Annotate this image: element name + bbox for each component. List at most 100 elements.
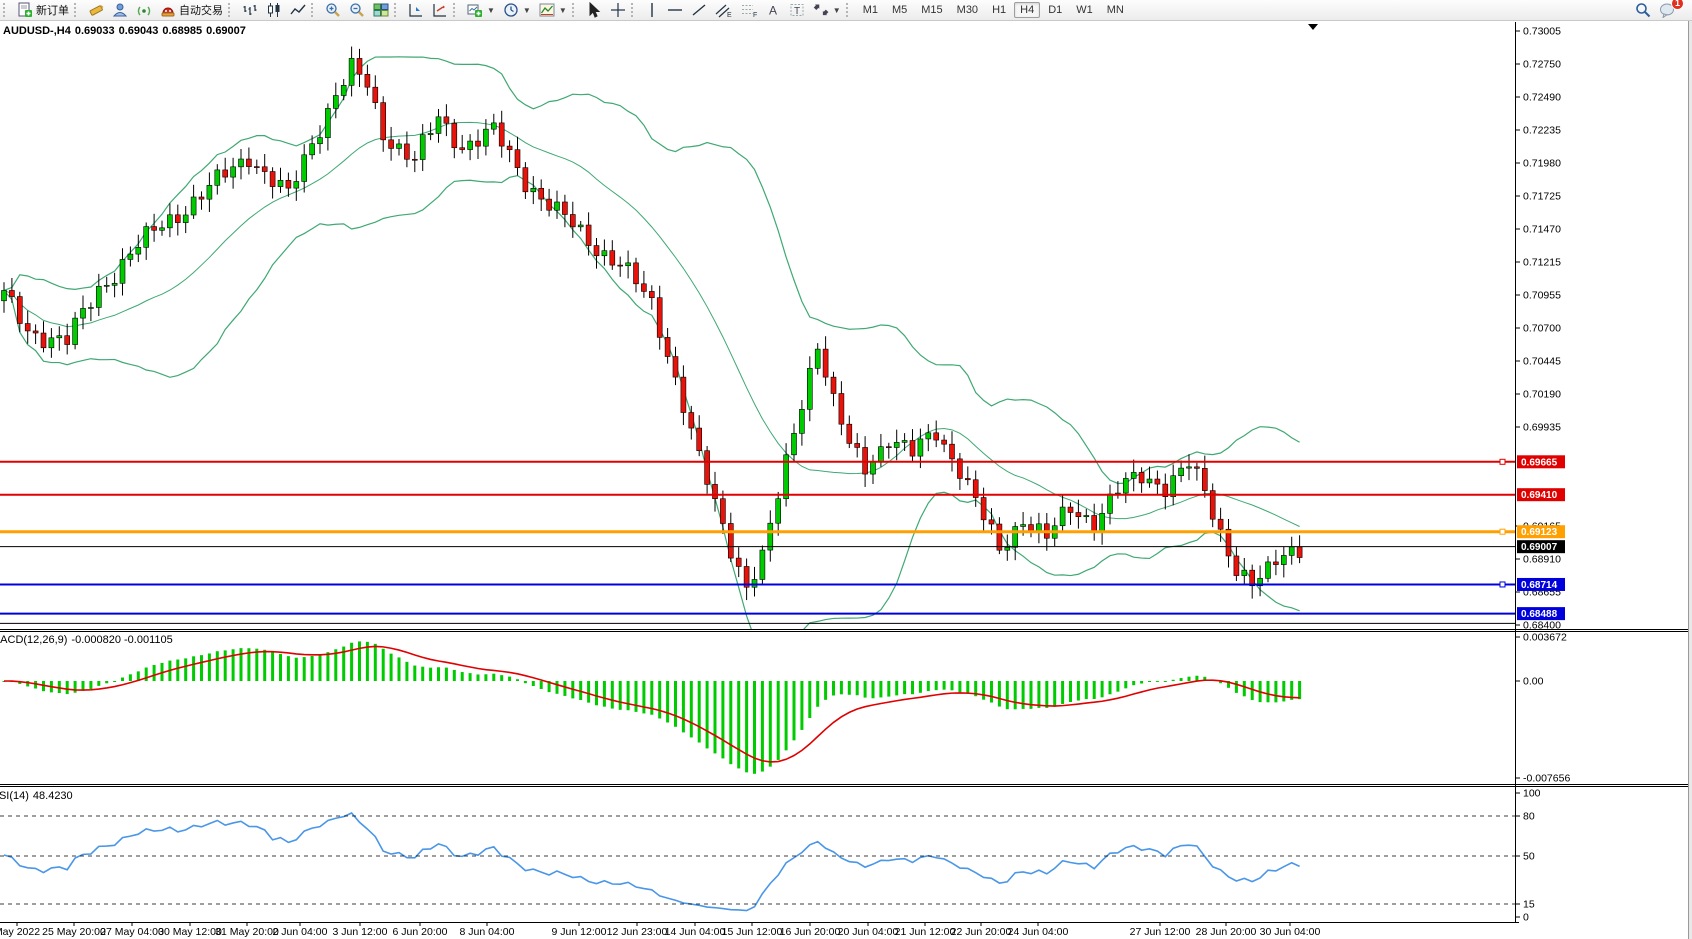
toolbar-grip[interactable] (3, 3, 10, 17)
svg-text:0.70955: 0.70955 (1523, 290, 1561, 302)
tab-timeframe-h4[interactable]: H4 (1014, 2, 1040, 18)
chart-symbol: AUDUSD-,H4 (3, 25, 71, 37)
search-button[interactable] (1631, 0, 1655, 20)
new-order-label: 新订单 (36, 2, 69, 18)
svg-text:0.69007: 0.69007 (1521, 542, 1558, 553)
periods-dropdown[interactable]: ▼ (499, 0, 535, 20)
crosshair-icon (610, 2, 626, 18)
svg-text:27 Jun 12:00: 27 Jun 12:00 (1130, 926, 1191, 938)
horizontal-line-button[interactable] (663, 0, 687, 20)
svg-text:0.72235: 0.72235 (1523, 125, 1561, 137)
vertical-line-button[interactable] (641, 0, 663, 20)
zoom-out-button[interactable] (345, 0, 369, 20)
arrows-dropdown[interactable]: ▼ (809, 0, 845, 20)
bar-chart-icon (242, 2, 258, 18)
styler-button[interactable] (84, 0, 108, 20)
window-edge (1688, 0, 1692, 939)
new-chart-dropdown[interactable]: ▼ (463, 0, 499, 20)
svg-text:0.72490: 0.72490 (1523, 92, 1561, 104)
toolbar-grip[interactable] (846, 3, 853, 17)
cursor-button[interactable] (582, 0, 606, 20)
notifications-button[interactable]: 1 (1655, 0, 1680, 20)
toolbar-grip[interactable] (74, 3, 81, 17)
rsi-value: 48.4230 (33, 790, 73, 802)
ohlc-close: 0.69007 (206, 25, 246, 37)
fibonacci-button[interactable]: F (737, 0, 763, 20)
svg-text:6 Jun 20:00: 6 Jun 20:00 (393, 926, 448, 938)
horizontal-line-icon (667, 2, 683, 18)
trendline-button[interactable] (687, 0, 711, 20)
zoom-in-button[interactable] (321, 0, 345, 20)
tab-timeframe-m30[interactable]: M30 (951, 2, 984, 18)
ohlc-low: 0.68985 (162, 25, 202, 37)
svg-text:0.70700: 0.70700 (1523, 323, 1561, 335)
svg-text:15: 15 (1523, 899, 1535, 911)
svg-text:3 Jun 12:00: 3 Jun 12:00 (333, 926, 388, 938)
clock-icon (503, 2, 519, 18)
fibonacci-icon: F (741, 2, 759, 18)
toolbar-grip[interactable] (572, 3, 579, 17)
svg-text:0.71725: 0.71725 (1523, 191, 1561, 203)
crosshair-button[interactable] (606, 0, 630, 20)
dropdown-caret-icon: ▼ (523, 6, 531, 15)
svg-text:0.00: 0.00 (1523, 676, 1544, 688)
toolbar-grip[interactable] (394, 3, 401, 17)
zoom-out-icon (349, 2, 365, 18)
templates-dropdown[interactable]: ▼ (535, 0, 571, 20)
text-button[interactable]: A (763, 0, 785, 20)
tile-windows-button[interactable] (369, 0, 393, 20)
autotrade-button[interactable]: 自动交易 (156, 0, 227, 20)
signals-button[interactable] (132, 0, 156, 20)
tab-timeframe-h1[interactable]: H1 (986, 2, 1012, 18)
toolbar-grip[interactable] (631, 3, 638, 17)
svg-text:0.69665: 0.69665 (1521, 457, 1558, 468)
tab-timeframe-w1[interactable]: W1 (1070, 2, 1099, 18)
text-a-icon: A (767, 2, 781, 18)
svg-text:0.71980: 0.71980 (1523, 158, 1561, 170)
tab-timeframe-m1[interactable]: M1 (857, 2, 884, 18)
chart-shift-button[interactable] (428, 0, 452, 20)
rsi-name: RSI(14) (0, 790, 29, 802)
svg-text:0.70445: 0.70445 (1523, 356, 1561, 368)
community-button[interactable] (108, 0, 132, 20)
tile-windows-icon (373, 2, 389, 18)
candle-chart-button[interactable] (262, 0, 286, 20)
svg-text:50: 50 (1523, 851, 1535, 863)
svg-text:0.73005: 0.73005 (1523, 26, 1561, 38)
svg-text:9 Jun 12:00: 9 Jun 12:00 (552, 926, 607, 938)
bar-chart-button[interactable] (238, 0, 262, 20)
new-order-button[interactable]: 新订单 (13, 0, 73, 20)
svg-text:0.69935: 0.69935 (1523, 422, 1561, 434)
dropdown-caret-icon: ▼ (487, 6, 495, 15)
svg-text:0.68714: 0.68714 (1521, 580, 1558, 591)
tab-timeframe-mn[interactable]: MN (1101, 2, 1130, 18)
svg-text:0.71215: 0.71215 (1523, 257, 1561, 269)
toolbar-grip[interactable] (228, 3, 235, 17)
toolbar-grip[interactable] (311, 3, 318, 17)
channel-button[interactable]: E (711, 0, 737, 20)
price-chart-svg[interactable]: 0.73005 0.72750 0.72490 0.72235 0.71980 0.717… (0, 0, 1692, 939)
main-toolbar: 新订单 自动交易 ▼ (0, 0, 1692, 21)
svg-text:0.68400: 0.68400 (1523, 620, 1561, 632)
toolbar-grip[interactable] (453, 3, 460, 17)
macd-label: MACD(12,26,9)-0.000820 -0.001105 (0, 634, 177, 646)
auto-arrange-button[interactable] (404, 0, 428, 20)
ohlc-open: 0.69033 (75, 25, 115, 37)
svg-text:0.72750: 0.72750 (1523, 59, 1561, 71)
notification-badge: 1 (1671, 0, 1684, 10)
svg-text:A: A (769, 4, 777, 18)
arrows-icon (813, 2, 829, 18)
tab-timeframe-m15[interactable]: M15 (915, 2, 948, 18)
svg-text:30 Jun 04:00: 30 Jun 04:00 (1260, 926, 1321, 938)
svg-text:15 Jun 12:00: 15 Jun 12:00 (722, 926, 783, 938)
svg-text:30 May 12:00: 30 May 12:00 (158, 926, 222, 938)
line-chart-button[interactable] (286, 0, 310, 20)
text-label-button[interactable]: T (785, 0, 809, 20)
svg-text:0: 0 (1523, 912, 1529, 924)
tab-timeframe-m5[interactable]: M5 (886, 2, 913, 18)
tab-timeframe-d1[interactable]: D1 (1042, 2, 1068, 18)
svg-text:80: 80 (1523, 811, 1535, 823)
svg-text:0.69123: 0.69123 (1521, 527, 1558, 538)
svg-text:E: E (727, 12, 732, 18)
svg-text:20 Jun 04:00: 20 Jun 04:00 (838, 926, 899, 938)
